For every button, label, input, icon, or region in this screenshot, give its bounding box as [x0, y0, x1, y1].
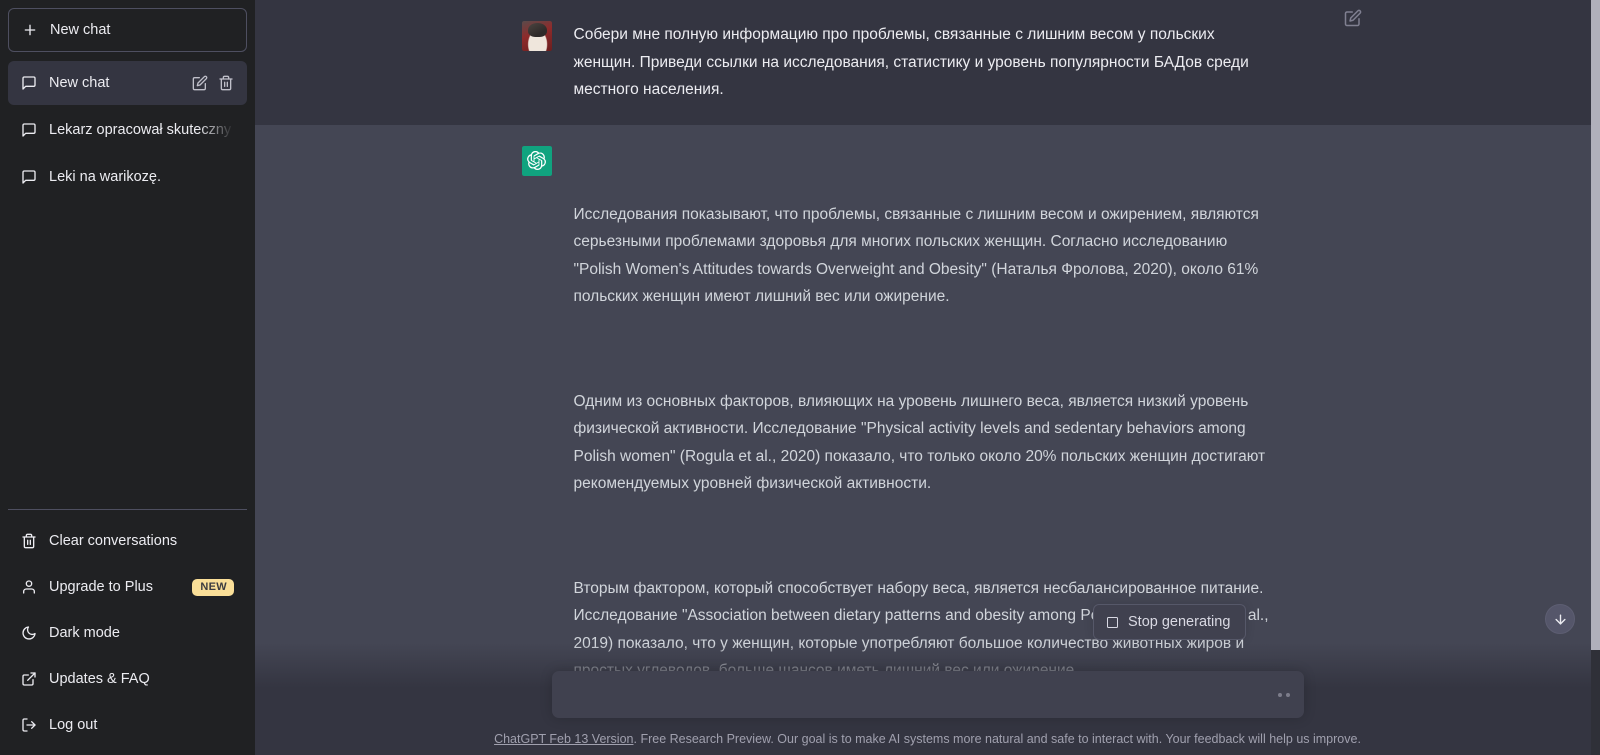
avatar — [521, 21, 552, 51]
sidebar: New chat New chat Lekarz opracował skute… — [0, 0, 255, 755]
conversation-item-0[interactable]: New chat — [8, 61, 247, 105]
user-icon — [21, 579, 37, 595]
openai-logo-icon — [521, 145, 552, 176]
composer-area: ChatGPT Feb 13 Version. Free Research Pr… — [255, 643, 1600, 755]
plus-icon — [22, 22, 38, 38]
conversation-title: New chat — [49, 75, 110, 91]
new-chat-label: New chat — [50, 22, 111, 38]
input-trailing-icon — [1277, 692, 1290, 697]
assistant-paragraph-0: Исследования показывают, что проблемы, с… — [573, 205, 1264, 306]
arrow-down-icon — [1553, 612, 1568, 627]
clear-conversations-label: Clear conversations — [49, 533, 178, 549]
edit-square-icon[interactable] — [1344, 9, 1362, 27]
user-message-text: Собери мне полную информацию про проблем… — [573, 26, 1254, 98]
version-link[interactable]: ChatGPT Feb 13 Version — [494, 732, 633, 746]
trash-icon[interactable] — [218, 75, 234, 91]
clear-conversations-button[interactable]: Clear conversations — [8, 519, 247, 563]
chatgpt-app: New chat New chat Lekarz opracował skute… — [0, 0, 1600, 755]
log-out-label: Log out — [49, 717, 98, 733]
user-message: Собери мне полную информацию про проблем… — [255, 0, 1600, 125]
footer-disclaimer: ChatGPT Feb 13 Version. Free Research Pr… — [494, 732, 1361, 746]
user-photo-avatar — [521, 21, 552, 51]
message-icon — [21, 169, 37, 185]
sidebar-footer: Clear conversations Upgrade to Plus NEW — [8, 509, 247, 747]
upgrade-to-plus-button[interactable]: Upgrade to Plus NEW — [8, 565, 247, 609]
updates-and-faq-button[interactable]: Updates & FAQ — [8, 657, 247, 701]
conversation-title: Lekarz opracował skuteczny — [49, 122, 234, 138]
dark-mode-toggle[interactable]: Dark mode — [8, 611, 247, 655]
external-link-icon — [21, 671, 37, 687]
avatar — [521, 145, 552, 176]
logout-icon — [21, 717, 37, 733]
stop-generating-button[interactable]: Stop generating — [1093, 604, 1247, 640]
scrollbar-thumb[interactable] — [1591, 0, 1600, 650]
conversation-item-1[interactable]: Lekarz opracował skuteczny — [8, 108, 247, 152]
dark-mode-label: Dark mode — [49, 625, 120, 641]
upgrade-to-plus-label: Upgrade to Plus — [49, 579, 153, 595]
log-out-button[interactable]: Log out — [8, 703, 247, 747]
scroll-to-bottom-button[interactable] — [1545, 604, 1575, 634]
stop-generating-label: Stop generating — [1128, 614, 1231, 630]
message-icon — [21, 122, 37, 138]
conversation-actions — [192, 75, 234, 91]
conversation-item-2[interactable]: Leki na warikozę. — [8, 155, 247, 199]
message-input[interactable] — [551, 671, 1304, 718]
footer-disclaimer-text: . Free Research Preview. Our goal is to … — [633, 732, 1361, 746]
conversation-list: New chat Lekarz opracował skuteczny Leki… — [8, 61, 247, 509]
updates-and-faq-label: Updates & FAQ — [49, 671, 150, 687]
main-chat-area: Собери мне полную информацию про проблем… — [255, 0, 1600, 755]
user-message-body: Собери мне полную информацию про проблем… — [574, 21, 1342, 104]
new-chat-button[interactable]: New chat — [8, 8, 247, 52]
pencil-icon[interactable] — [192, 75, 208, 91]
trash-icon — [21, 533, 37, 549]
page-scrollbar[interactable] — [1591, 0, 1600, 755]
new-badge: NEW — [192, 578, 234, 596]
stop-square-icon — [1107, 616, 1118, 628]
conversation-title: Leki na warikozę. — [49, 169, 162, 185]
message-thread: Собери мне полную информацию про проблем… — [255, 0, 1600, 755]
assistant-paragraph-1: Одним из основных факторов, влияющих на … — [573, 392, 1270, 493]
message-icon — [21, 75, 37, 91]
moon-icon — [21, 625, 37, 641]
